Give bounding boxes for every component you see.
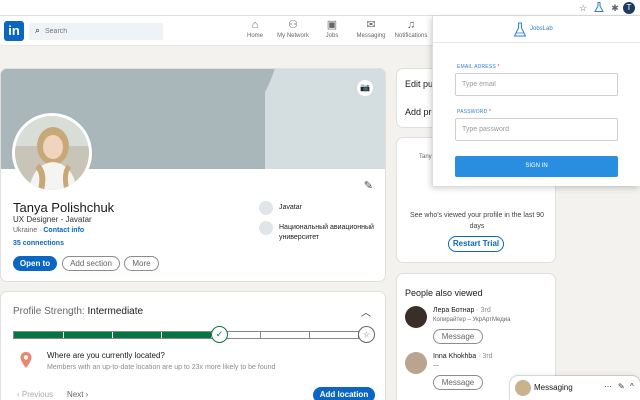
university-logo [259,221,273,235]
strength-meter: ✓ [13,326,359,343]
browser-toolbar: ☆ ✱ T [0,0,640,16]
required-mark: * [497,64,500,70]
nav-notifications-label: Notifications [394,33,428,39]
nav-messaging[interactable]: ✉ Messaging [352,19,390,45]
message-button[interactable]: Message [433,329,483,344]
person-name: Лера Ботнар · 3rd [433,307,491,314]
star-icon[interactable]: ☆ [577,2,589,14]
person-name: Inna Khokhba · 3rd [433,353,493,360]
profile-strength-label: Profile Strength: [13,306,85,317]
nav-my-network[interactable]: ⚇ My Network [274,19,312,45]
person-name-text: Inna Khokhba [433,353,477,360]
strength-meter-divider [112,332,113,338]
messaging-bar[interactable]: Messaging ⋯ ✎ ^ [510,376,640,400]
messaging-label: Messaging [534,383,573,392]
nav-home-label: Home [246,33,263,39]
password-label: PASSWORD * [457,109,491,115]
bell-icon: ♫ [406,19,416,31]
profile-name: Tanya Polishchuk [13,200,115,215]
location-pin-icon [20,352,32,368]
previous-label: Previous [21,390,54,399]
star-icon: ☆ [358,326,375,343]
jobslab-popup: JobsLab EMAIL ADRESS * PASSWORD * SIGN I… [432,16,640,186]
more-button[interactable]: More [124,256,159,271]
strength-meter-divider [309,332,310,338]
edit-profile-icon[interactable]: ✎ [364,179,373,192]
open-to-button[interactable]: Open to [13,256,57,271]
briefcase-icon: ▣ [326,19,338,31]
avatar [405,352,427,374]
add-section-button[interactable]: Add section [62,256,120,271]
location-question: Where are you currently located? [47,351,165,360]
strength-meter-fill [14,332,220,338]
add-location-button[interactable]: Add location [313,387,375,400]
nav-home[interactable]: ⌂ Home [236,19,274,45]
profile-headline: UX Designer - Javatar [13,215,92,224]
restart-trial-button[interactable]: Restart Trial [448,236,504,252]
profile-card: 📷 ✎ Tanya Polishchuk UX Designer - Javat… [1,69,385,281]
person-role: Копирайтер – УкрАртМедиа [433,317,511,323]
message-button[interactable]: Message [433,375,483,390]
list-item[interactable]: Лера Ботнар · 3rd Копирайтер – УкрАртМед… [405,306,555,346]
required-mark: * [489,109,492,115]
connection-degree: · 3rd [476,307,491,314]
next-button[interactable]: Next › [67,390,88,399]
location-text: Ukraine [13,227,38,234]
profile-location: Ukraine · Contact info [13,227,85,234]
people-also-viewed-title: People also viewed [405,288,483,298]
profile-photo[interactable] [12,113,92,193]
strength-meter-divider [260,332,261,338]
chevron-up-icon[interactable]: ^ [630,382,634,391]
javatar-logo [259,201,273,215]
nav-my-network-label: My Network [277,33,309,39]
linkedin-logo[interactable]: in [4,21,24,41]
chat-icon: ✉ [366,19,376,31]
avatar [515,380,531,396]
nav-notifications[interactable]: ♫ Notifications [392,19,430,45]
org-university-name: Национальный авиационный университет [279,224,374,241]
person-role: — [433,363,439,369]
popup-header: JobsLab [433,16,640,43]
password-label-text: PASSWORD [457,109,488,115]
check-icon: ✓ [211,326,228,343]
search-icon: ⌕ [35,25,41,35]
trial-description: See who's viewed your profile in the las… [409,212,545,230]
previous-button[interactable]: ‹ Previous [17,390,53,399]
nav-messaging-label: Messaging [356,33,386,39]
location-hint: Members with an up-to-date location are … [47,364,276,371]
compose-icon[interactable]: ✎ [618,382,625,391]
email-field[interactable] [455,73,618,96]
profile-strength-level: Intermediate [87,306,144,317]
search-input[interactable] [45,23,157,40]
profile-strength-card: Profile Strength: Intermediate ︿ ✓ ☆ Whe… [1,292,385,400]
flask-icon [513,22,527,37]
password-field[interactable] [455,118,618,141]
email-label-text: EMAIL ADRESS [457,64,496,70]
strength-meter-divider [161,332,162,338]
search-box[interactable]: ⌕ [29,23,163,40]
next-label: Next [67,390,84,399]
email-label: EMAIL ADRESS * [457,64,500,70]
avatar [405,306,427,328]
chevron-up-icon[interactable]: ︿ [361,304,371,319]
person-name-text: Лера Ботнар [433,307,475,314]
network-icon: ⚇ [288,19,298,31]
flask-icon[interactable] [593,2,605,14]
contact-info-link[interactable]: Contact info [43,227,84,234]
puzzle-icon[interactable]: ✱ [609,2,621,14]
ellipsis-icon[interactable]: ⋯ [604,382,612,391]
nav-jobs[interactable]: ▣ Jobs [313,19,351,45]
home-icon: ⌂ [251,19,259,31]
profile-strength-title: Profile Strength: Intermediate [13,306,143,317]
strength-meter-divider [63,332,64,338]
org-javatar-name: Javatar [279,204,302,211]
connections-link[interactable]: 35 connections [13,240,64,247]
camera-icon[interactable]: 📷 [357,80,373,96]
jobslab-brand: JobsLab [530,26,553,32]
connection-degree: · 3rd [478,353,493,360]
nav-jobs-label: Jobs [325,33,339,39]
browser-profile-avatar[interactable]: T [623,2,635,14]
sign-in-button[interactable]: SIGN IN [455,156,618,177]
